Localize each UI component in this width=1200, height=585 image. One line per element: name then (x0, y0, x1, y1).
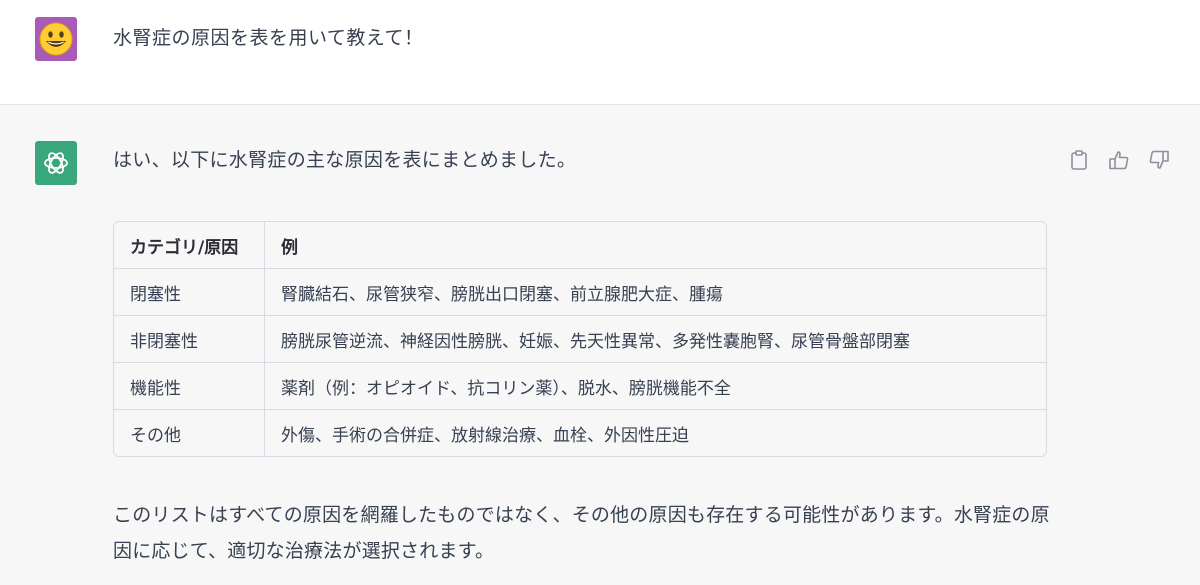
user-message-row: 水腎症の原因を表を用いて教えて！ (0, 0, 1200, 105)
message-actions (1066, 147, 1172, 173)
causes-table: カテゴリ/原因 例 閉塞性 腎臓結石、尿管狭窄、膀胱出口閉塞、前立腺肥大症、腫瘍… (113, 221, 1047, 457)
table-header-row: カテゴリ/原因 例 (114, 222, 1046, 268)
chatgpt-logo-icon (44, 152, 68, 174)
table-header-examples: 例 (281, 237, 298, 258)
copy-icon (1071, 150, 1087, 170)
table-cell-category: その他 (114, 409, 265, 456)
table-cell-examples: 外傷、手術の合併症、放射線治療、血栓、外因性圧迫 (265, 409, 1046, 456)
table-row: 閉塞性 腎臓結石、尿管狭窄、膀胱出口閉塞、前立腺肥大症、腫瘍 (114, 268, 1046, 315)
table-header-category: カテゴリ/原因 (114, 222, 265, 268)
table-row: その他 外傷、手術の合併症、放射線治療、血栓、外因性圧迫 (114, 409, 1046, 456)
thumbs-up-icon (1109, 151, 1129, 170)
assistant-intro-text: はい、以下に水腎症の主な原因を表にまとめました。 (113, 149, 577, 171)
table-cell-category: 非閉塞性 (114, 315, 265, 362)
table-row: 非閉塞性 膀胱尿管逆流、神経因性膀胱、妊娠、先天性異常、多発性嚢胞腎、尿管骨盤部… (114, 315, 1046, 362)
assistant-message-row: はい、以下に水腎症の主な原因を表にまとめました。 カテゴリ/原因 例 閉塞性 腎… (0, 105, 1200, 585)
assistant-outro-text: このリストはすべての原因を網羅したものではなく、その他の原因も存在する可能性があ… (113, 504, 1050, 562)
table-row: 機能性 薬剤（例：オピオイド、抗コリン薬）、脱水、膀胱機能不全 (114, 362, 1046, 409)
user-message-text: 水腎症の原因を表を用いて教えて！ (113, 27, 424, 49)
table-cell-examples: 薬剤（例：オピオイド、抗コリン薬）、脱水、膀胱機能不全 (265, 362, 1046, 409)
table-cell-category: 閉塞性 (114, 268, 265, 315)
smiley-face-icon (39, 22, 73, 56)
thumbs-down-button[interactable] (1146, 147, 1172, 173)
table-cell-category: 機能性 (114, 362, 265, 409)
table-cell-examples: 腎臓結石、尿管狭窄、膀胱出口閉塞、前立腺肥大症、腫瘍 (265, 268, 1046, 315)
assistant-avatar (35, 141, 77, 185)
table-cell-examples: 膀胱尿管逆流、神経因性膀胱、妊娠、先天性異常、多発性嚢胞腎、尿管骨盤部閉塞 (265, 315, 1046, 362)
copy-button[interactable] (1066, 147, 1092, 173)
thumbs-down-icon (1149, 150, 1169, 169)
user-avatar (35, 17, 77, 61)
thumbs-up-button[interactable] (1106, 147, 1132, 173)
